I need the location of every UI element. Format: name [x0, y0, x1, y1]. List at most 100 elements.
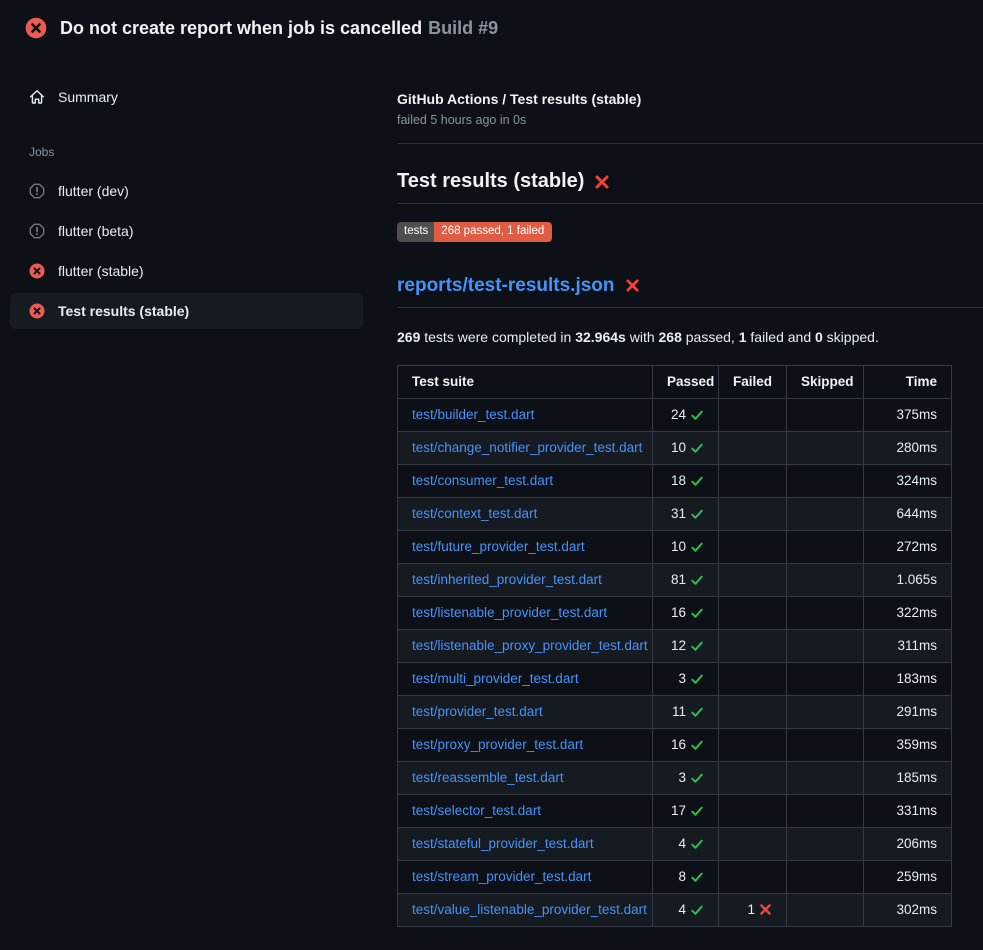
sidebar-item-label: flutter (beta)	[58, 223, 133, 239]
cell-failed: 1	[719, 893, 787, 926]
cell-failed	[719, 794, 787, 827]
divider	[397, 143, 983, 144]
count-value: 17	[671, 803, 686, 818]
cell-passed: 4	[653, 827, 719, 860]
cell-skipped	[787, 728, 864, 761]
sidebar-item-job[interactable]: flutter (stable)	[10, 253, 363, 289]
summary-segment: 268	[659, 329, 682, 345]
failed-cross-icon	[625, 278, 640, 293]
cell-test-suite: test/listenable_proxy_provider_test.dart	[398, 629, 653, 662]
count-value: 4	[678, 836, 686, 851]
badge-value: 268 passed, 1 failed	[434, 222, 552, 242]
badge-label: tests	[397, 222, 434, 242]
check-title-text: Test results (stable)	[397, 170, 584, 193]
page-layout: Summary Jobs flutter (dev) flutter (beta…	[0, 53, 983, 927]
test-suite-link[interactable]: test/reassemble_test.dart	[412, 770, 564, 785]
count-value: 3	[678, 671, 686, 686]
table-row: test/value_listenable_provider_test.dart…	[398, 893, 952, 926]
table-row: test/stream_provider_test.dart8 259ms	[398, 860, 952, 893]
report-file-link[interactable]: reports/test-results.json	[397, 275, 615, 297]
table-row: test/multi_provider_test.dart 3 183ms	[398, 662, 952, 695]
check-icon	[690, 474, 704, 488]
failed-circle-icon	[29, 303, 45, 319]
test-suite-link[interactable]: test/context_test.dart	[412, 506, 537, 521]
check-icon	[690, 837, 704, 851]
test-suite-link[interactable]: test/builder_test.dart	[412, 407, 534, 422]
cell-skipped	[787, 464, 864, 497]
cell-passed: 18	[653, 464, 719, 497]
test-suite-link[interactable]: test/inherited_provider_test.dart	[412, 572, 602, 587]
column-header: Time	[864, 365, 952, 398]
cell-passed: 3	[653, 662, 719, 695]
cell-skipped	[787, 596, 864, 629]
test-suite-link[interactable]: test/stateful_provider_test.dart	[412, 836, 594, 851]
check-icon	[690, 606, 704, 620]
summary-segment: 269	[397, 329, 420, 345]
cell-time: 185ms	[864, 761, 952, 794]
cell-test-suite: test/builder_test.dart	[398, 398, 653, 431]
cell-time: 311ms	[864, 629, 952, 662]
cell-time: 272ms	[864, 530, 952, 563]
cell-skipped	[787, 431, 864, 464]
test-suite-link[interactable]: test/provider_test.dart	[412, 704, 543, 719]
sidebar-item-label: flutter (dev)	[58, 183, 129, 199]
test-suite-link[interactable]: test/stream_provider_test.dart	[412, 869, 591, 884]
cell-passed: 81	[653, 563, 719, 596]
cell-passed: 4	[653, 893, 719, 926]
sidebar-item-job[interactable]: flutter (beta)	[10, 213, 363, 249]
cell-passed: 16	[653, 728, 719, 761]
sidebar-item-job[interactable]: Test results (stable)	[10, 293, 363, 329]
cell-failed	[719, 563, 787, 596]
sidebar-item-job[interactable]: flutter (dev)	[10, 173, 363, 209]
cell-time: 183ms	[864, 662, 952, 695]
cell-failed	[719, 695, 787, 728]
column-header: Skipped	[787, 365, 864, 398]
column-header: Passed	[653, 365, 719, 398]
cell-skipped	[787, 497, 864, 530]
test-suite-link[interactable]: test/consumer_test.dart	[412, 473, 553, 488]
count-value: 81	[671, 572, 686, 587]
sidebar-item-summary[interactable]: Summary	[10, 79, 363, 115]
test-suite-link[interactable]: test/selector_test.dart	[412, 803, 541, 818]
table-row: test/stateful_provider_test.dart4 206ms	[398, 827, 952, 860]
cell-failed	[719, 596, 787, 629]
cell-skipped	[787, 662, 864, 695]
table-row: test/builder_test.dart24 375ms	[398, 398, 952, 431]
cell-time: 280ms	[864, 431, 952, 464]
cell-passed: 31	[653, 497, 719, 530]
test-suite-link[interactable]: test/proxy_provider_test.dart	[412, 737, 583, 752]
table-row: test/proxy_provider_test.dart16 359ms	[398, 728, 952, 761]
cell-passed: 3	[653, 761, 719, 794]
sidebar-item-label: flutter (stable)	[58, 263, 144, 279]
test-suite-link[interactable]: test/future_provider_test.dart	[412, 539, 585, 554]
cell-passed: 17	[653, 794, 719, 827]
check-icon	[690, 408, 704, 422]
count-value: 10	[671, 539, 686, 554]
test-suite-link[interactable]: test/value_listenable_provider_test.dart	[412, 902, 647, 917]
failed-circle-icon	[29, 263, 45, 279]
cell-passed: 11	[653, 695, 719, 728]
cell-test-suite: test/provider_test.dart	[398, 695, 653, 728]
count-value: 16	[671, 737, 686, 752]
count-value: 8	[678, 869, 686, 884]
summary-segment: skipped.	[823, 329, 879, 345]
check-icon	[690, 738, 704, 752]
test-suite-link[interactable]: test/listenable_provider_test.dart	[412, 605, 607, 620]
home-icon	[29, 89, 45, 105]
test-suite-link[interactable]: test/change_notifier_provider_test.dart	[412, 440, 642, 455]
check-icon	[690, 573, 704, 587]
test-suite-link[interactable]: test/multi_provider_test.dart	[412, 671, 579, 686]
cell-skipped	[787, 827, 864, 860]
test-suite-link[interactable]: test/listenable_proxy_provider_test.dart	[412, 638, 648, 653]
count-value: 3	[678, 770, 686, 785]
cell-test-suite: test/stateful_provider_test.dart	[398, 827, 653, 860]
cell-failed	[719, 728, 787, 761]
cell-time: 375ms	[864, 398, 952, 431]
check-icon	[690, 903, 704, 917]
cell-passed: 12	[653, 629, 719, 662]
sidebar-item-label: Summary	[58, 89, 118, 105]
cell-test-suite: test/selector_test.dart	[398, 794, 653, 827]
cell-skipped	[787, 860, 864, 893]
cell-test-suite: test/multi_provider_test.dart	[398, 662, 653, 695]
cell-failed	[719, 497, 787, 530]
